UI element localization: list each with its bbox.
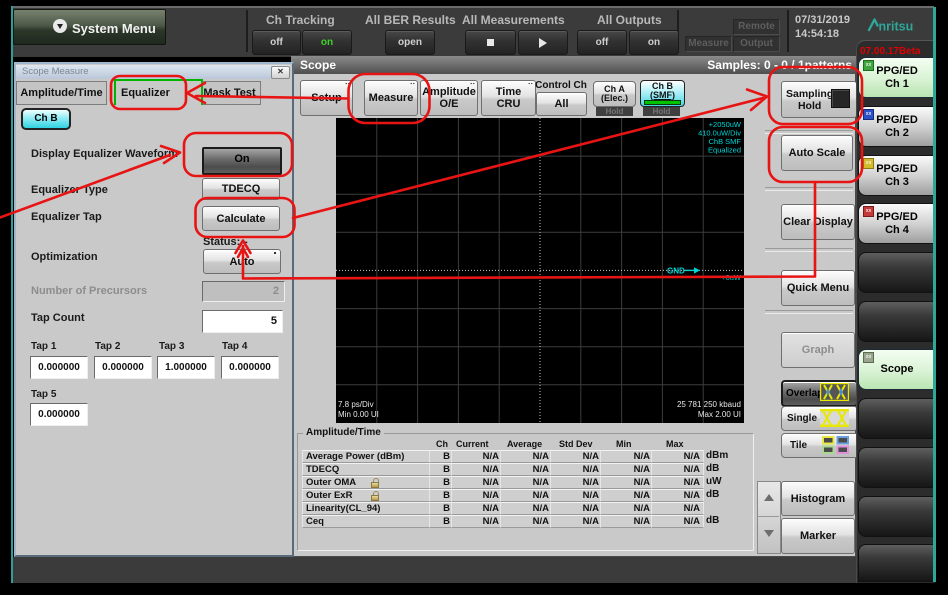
svg-text:25 781 250 kbaud: 25 781 250 kbaud <box>677 400 741 409</box>
svg-text:7.8 ps/Div: 7.8 ps/Div <box>338 400 374 409</box>
svg-text:Max 2.00 UI: Max 2.00 UI <box>698 410 741 419</box>
svg-text:+0uW: +0uW <box>721 273 742 282</box>
svg-text:Min 0.00 UI: Min 0.00 UI <box>338 410 379 419</box>
svg-text:Equalized: Equalized <box>708 146 741 155</box>
svg-text:nritsu: nritsu <box>879 20 914 34</box>
svg-text:GND: GND <box>667 267 685 276</box>
